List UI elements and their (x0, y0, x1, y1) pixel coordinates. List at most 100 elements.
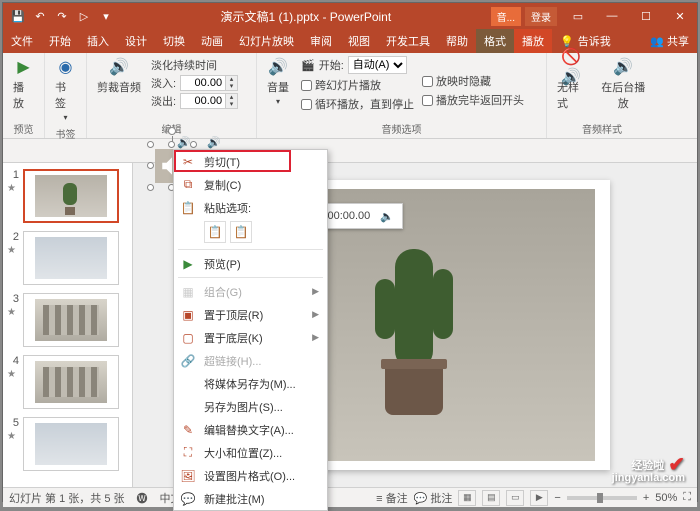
menu-cut[interactable]: ✂剪切(T) (174, 150, 327, 173)
login-button[interactable]: 登录 (525, 7, 557, 26)
movie-icon: 🎬 (301, 59, 315, 72)
zoom-out-button[interactable]: − (554, 492, 560, 504)
menu-hyperlink: 🔗超链接(H)... (174, 349, 327, 372)
chevron-right-icon: ▶ (312, 332, 319, 343)
tab-playback[interactable]: 播放 (514, 29, 552, 53)
group-bookmark: 书签 (51, 124, 80, 141)
mute-icon[interactable]: 🔈 (380, 210, 394, 223)
normal-view-button[interactable]: ▦ (458, 490, 476, 506)
thumb-5[interactable]: 5★ (7, 417, 128, 471)
menu-copy[interactable]: ⧉复制(C) (174, 173, 327, 196)
menu-new-comment[interactable]: 💬新建批注(M) (174, 487, 327, 510)
paste-option-1[interactable]: 📋 (204, 221, 226, 243)
speaker-icon: 🔊 (109, 57, 129, 77)
rotate-handle[interactable] (168, 127, 176, 135)
audio-tools-pill: 音... (491, 7, 521, 26)
maximize-button[interactable]: ☐ (629, 3, 663, 29)
share-icon: 👥 (650, 35, 664, 48)
paste-option-2[interactable]: 📋 (230, 221, 252, 243)
bulb-icon: 💡 (560, 35, 574, 48)
comments-button[interactable]: 💬 批注 (414, 490, 453, 506)
trim-audio-button[interactable]: 🔊 剪裁音频 (93, 55, 145, 109)
audio-time: 00:00.00 (327, 210, 370, 222)
hide-during-show-checkbox[interactable]: 放映时隐藏 (422, 73, 524, 89)
tab-dev[interactable]: 开发工具 (378, 29, 438, 53)
bring-front-icon: ▣ (180, 307, 196, 323)
tab-review[interactable]: 审阅 (302, 29, 340, 53)
comment-icon: 💬 (180, 491, 196, 507)
close-button[interactable]: ✕ (663, 3, 697, 29)
fade-label: 淡化持续时间 (151, 57, 238, 73)
preview-icon: ▶ (180, 256, 196, 272)
play-background-button[interactable]: 🔊 在后台播放 (596, 55, 652, 113)
menu-preview[interactable]: ▶预览(P) (174, 252, 327, 275)
tab-transition[interactable]: 切换 (155, 29, 193, 53)
size-icon: ⛶ (180, 445, 196, 461)
menu-size-position[interactable]: ⛶大小和位置(Z)... (174, 441, 327, 464)
minimize-button[interactable]: — (595, 3, 629, 29)
copy-icon: ⧉ (180, 177, 196, 193)
startshow-icon[interactable]: ▷ (77, 9, 91, 23)
redo-icon[interactable]: ↷ (55, 9, 69, 23)
background-icon: 🔊 (613, 57, 633, 77)
play-button[interactable]: ▶ 播放 (9, 55, 38, 113)
save-icon[interactable]: 💾 (11, 9, 25, 23)
no-style-button[interactable]: 🚫🔊 无样式 (553, 55, 590, 113)
zoom-slider[interactable] (567, 496, 637, 500)
menu-alt-text[interactable]: ✎编辑替换文字(A)... (174, 418, 327, 441)
zoom-in-button[interactable]: + (643, 492, 649, 504)
tab-home[interactable]: 开始 (41, 29, 79, 53)
context-menu: ✂剪切(T) ⧉复制(C) 📋粘贴选项: 📋 📋 ▶预览(P) ▦组合(G)▶ … (173, 149, 328, 511)
loop-checkbox[interactable]: 循环播放，直到停止 (301, 96, 414, 112)
group-audio-options: 音频选项 (263, 119, 540, 136)
menu-group: ▦组合(G)▶ (174, 280, 327, 303)
zoom-value[interactable]: 50% (655, 492, 677, 504)
thumb-3[interactable]: 3★ (7, 293, 128, 347)
slideshow-view-button[interactable]: ▶ (530, 490, 548, 506)
reading-view-button[interactable]: ▭ (506, 490, 524, 506)
clipboard-icon: 📋 (180, 200, 196, 216)
menu-save-picture[interactable]: 另存为图片(S)... (174, 395, 327, 418)
undo-icon[interactable]: ↶ (33, 9, 47, 23)
rewind-checkbox[interactable]: 播放完毕返回开头 (422, 92, 524, 108)
menu-bring-front[interactable]: ▣置于顶层(R)▶ (174, 303, 327, 326)
fade-out-input[interactable]: ▴▾ (180, 93, 238, 109)
alt-text-icon: ✎ (180, 422, 196, 438)
scissors-icon: ✂ (180, 154, 196, 170)
bookmark-button[interactable]: ◉ 书签 ▾ (51, 55, 80, 124)
format-icon: 🖼 (180, 468, 196, 484)
volume-button[interactable]: 🔊 音量 ▾ (263, 55, 293, 112)
start-combo[interactable]: 自动(A) (348, 56, 407, 74)
across-slides-checkbox[interactable]: 跨幻灯片播放 (301, 77, 414, 93)
chevron-right-icon: ▶ (312, 309, 319, 320)
thumb-1[interactable]: 1★ (7, 169, 128, 223)
menu-send-back[interactable]: ▢置于底层(K)▶ (174, 326, 327, 349)
thumb-4[interactable]: 4★ (7, 355, 128, 409)
status-lang-icon: 🅦 (137, 490, 148, 506)
group-preview: 预览 (9, 119, 38, 136)
bookmark-icon: ◉ (56, 57, 76, 77)
sorter-view-button[interactable]: ▤ (482, 490, 500, 506)
tab-file[interactable]: 文件 (3, 29, 41, 53)
tab-animation[interactable]: 动画 (193, 29, 231, 53)
tab-view[interactable]: 视图 (340, 29, 378, 53)
volume-icon: 🔊 (268, 57, 288, 77)
tab-format[interactable]: 格式 (476, 29, 514, 53)
ribbon-options-icon[interactable]: ▭ (561, 3, 595, 29)
tab-design[interactable]: 设计 (117, 29, 155, 53)
tab-insert[interactable]: 插入 (79, 29, 117, 53)
slide-thumbnails[interactable]: 1★ 2★ 3★ 4★ 5★ (3, 163, 133, 487)
menu-save-media[interactable]: 将媒体另存为(M)... (174, 372, 327, 395)
fade-in-input[interactable]: ▴▾ (180, 75, 238, 91)
notes-button[interactable]: ≡ 备注 (376, 490, 407, 506)
menu-format-picture[interactable]: 🖼设置图片格式(O)... (174, 464, 327, 487)
thumb-2[interactable]: 2★ (7, 231, 128, 285)
group-audio-style: 音频样式 (553, 119, 651, 136)
group-icon: ▦ (180, 284, 196, 300)
tab-help[interactable]: 帮助 (438, 29, 476, 53)
tab-slideshow[interactable]: 幻灯片放映 (231, 29, 302, 53)
share-button[interactable]: 👥 共享 (642, 29, 697, 53)
qat-dropdown-icon[interactable]: ▾ (99, 9, 113, 23)
fit-window-button[interactable]: ⛶ (683, 491, 691, 504)
play-icon: ▶ (14, 57, 34, 77)
